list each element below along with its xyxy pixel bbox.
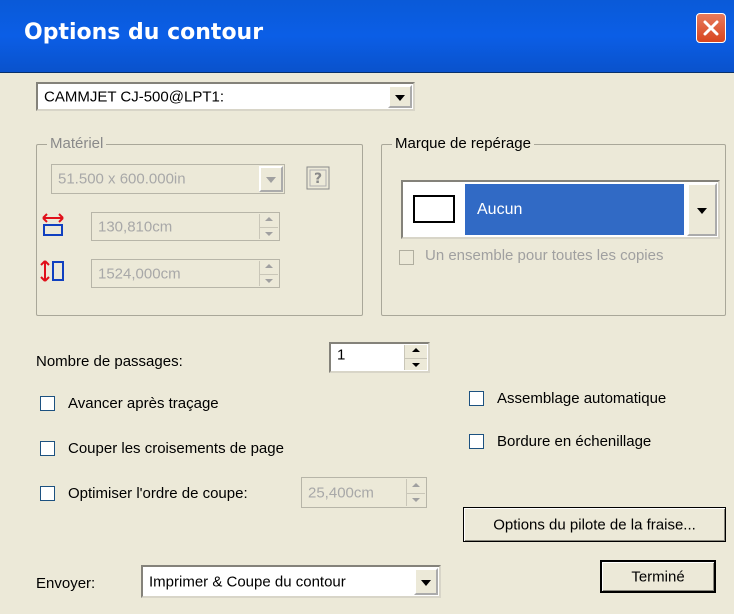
- material-size-select[interactable]: 51.500 x 600.000in: [51, 164, 285, 194]
- optimize-value: 25,400cm: [308, 484, 374, 501]
- height-value: 1524,000cm: [98, 265, 181, 282]
- weed-border-checkbox[interactable]: [469, 434, 484, 449]
- title-bar[interactable]: Options du contour: [0, 0, 734, 73]
- driver-options-button[interactable]: Options du pilote de la fraise...: [463, 507, 726, 542]
- width-value: 130,810cm: [98, 218, 173, 235]
- height-field[interactable]: 1524,000cm: [91, 259, 280, 288]
- width-field[interactable]: 130,810cm: [91, 212, 280, 241]
- height-spinner[interactable]: [259, 261, 278, 286]
- device-select[interactable]: CAMMJET CJ-500@LPT1:: [36, 82, 415, 111]
- help-icon[interactable]: ?: [306, 166, 330, 190]
- auto-assembly-checkbox[interactable]: [469, 391, 484, 406]
- passes-label: Nombre de passages:: [36, 353, 183, 370]
- auto-assembly-label: Assemblage automatique: [497, 390, 667, 407]
- material-size-value: 51.500 x 600.000in: [58, 170, 186, 188]
- width-spinner[interactable]: [259, 214, 278, 239]
- send-dropdown-button[interactable]: [414, 568, 438, 595]
- material-group-label: Matériel: [47, 135, 107, 152]
- done-button-label: Terminé: [631, 568, 685, 585]
- device-select-value: CAMMJET CJ-500@LPT1:: [44, 88, 224, 105]
- material-size-dropdown-button[interactable]: [259, 166, 283, 192]
- optimize-cut-order-checkbox[interactable]: [40, 486, 55, 501]
- svg-text:?: ?: [314, 171, 322, 187]
- window-title: Options du contour: [24, 20, 264, 45]
- registration-group-label: Marque de repérage: [392, 135, 534, 152]
- close-icon: [703, 20, 719, 36]
- driver-options-button-label: Options du pilote de la fraise...: [493, 516, 696, 533]
- advance-after-plot-checkbox[interactable]: [40, 396, 55, 411]
- registration-mark-value: Aucun: [477, 200, 523, 218]
- optimize-cut-order-label: Optimiser l'ordre de coupe:: [68, 485, 248, 502]
- send-select-value: Imprimer & Coupe du contour: [149, 573, 346, 590]
- send-label: Envoyer:: [36, 575, 96, 592]
- optimize-value-field[interactable]: 25,400cm: [301, 477, 427, 508]
- device-dropdown-button[interactable]: [388, 85, 412, 108]
- none-mark-icon: [413, 195, 455, 223]
- close-button[interactable]: [696, 13, 726, 43]
- registration-mark-select[interactable]: Aucun: [401, 180, 720, 239]
- cut-page-crossings-checkbox[interactable]: [40, 441, 55, 456]
- passes-spinner[interactable]: [404, 345, 427, 370]
- one-set-checkbox[interactable]: [399, 250, 414, 265]
- optimize-value-spinner[interactable]: [406, 479, 425, 506]
- advance-after-plot-label: Avancer après traçage: [68, 395, 219, 412]
- cut-page-crossings-label: Couper les croisements de page: [68, 440, 284, 457]
- done-button[interactable]: Terminé: [600, 560, 716, 593]
- registration-dropdown-button[interactable]: [687, 183, 717, 236]
- send-select[interactable]: Imprimer & Coupe du contour: [141, 565, 441, 598]
- height-icon: [40, 259, 66, 283]
- one-set-label: Un ensemble pour toutes les copies: [425, 247, 664, 264]
- weed-border-label: Bordure en échenillage: [497, 433, 652, 450]
- passes-field[interactable]: 1: [329, 342, 430, 373]
- width-icon: [40, 213, 66, 237]
- passes-value: 1: [337, 346, 346, 364]
